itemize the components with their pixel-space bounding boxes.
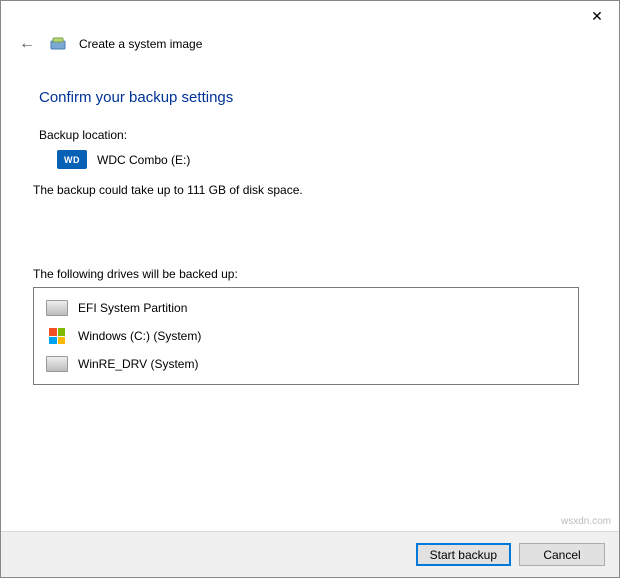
titlebar: ✕: [1, 1, 619, 31]
drives-list: EFI System Partition Windows (C:) (Syste…: [33, 287, 579, 385]
backup-location-row: WD WDC Combo (E:): [39, 150, 581, 169]
drive-row: WinRE_DRV (System): [34, 350, 578, 378]
hdd-icon: [46, 300, 68, 316]
page-heading: Confirm your backup settings: [39, 89, 581, 106]
start-backup-button[interactable]: Start backup: [416, 543, 511, 566]
footer-bar: Start backup Cancel: [1, 531, 619, 577]
wizard-icon: [49, 35, 67, 53]
hdd-icon: [46, 356, 68, 372]
wizard-header: ← Create a system image: [1, 31, 619, 53]
wizard-title: Create a system image: [79, 37, 202, 51]
close-icon: ✕: [591, 8, 603, 25]
backup-location-name: WDC Combo (E:): [97, 153, 190, 167]
drives-list-label: The following drives will be backed up:: [33, 267, 581, 281]
back-button[interactable]: ←: [17, 35, 37, 53]
close-button[interactable]: ✕: [575, 1, 619, 31]
wd-drive-icon: WD: [57, 150, 87, 169]
drive-row: Windows (C:) (System): [34, 322, 578, 350]
windows-icon: [46, 328, 68, 344]
drive-name: EFI System Partition: [78, 301, 187, 315]
backup-location-label: Backup location:: [39, 128, 581, 142]
drive-name: Windows (C:) (System): [78, 329, 201, 343]
content-area: Confirm your backup settings Backup loca…: [1, 53, 619, 385]
drive-name: WinRE_DRV (System): [78, 357, 198, 371]
disk-space-note: The backup could take up to 111 GB of di…: [33, 183, 581, 197]
cancel-button[interactable]: Cancel: [519, 543, 605, 566]
drive-row: EFI System Partition: [34, 294, 578, 322]
watermark: wsxdn.com: [561, 516, 611, 527]
